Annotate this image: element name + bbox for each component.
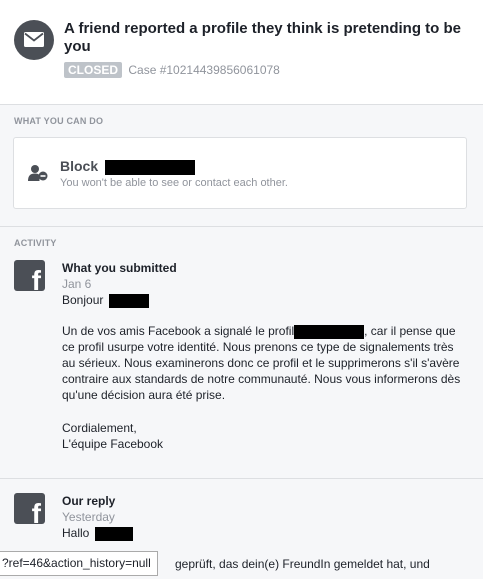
message-text-part1: Un de vos amis Facebook a signalé le pro…: [62, 324, 295, 338]
browser-status-url: ?ref=46&action_history=null: [0, 551, 158, 576]
message-closing: Cordialement,: [62, 421, 137, 435]
facebook-logo-icon: f: [14, 260, 45, 291]
activity-section-label: Activity: [14, 238, 57, 248]
message-signature: L'équipe Facebook: [62, 437, 164, 451]
greeting-text: Hallo: [62, 526, 90, 540]
entry-divider: [0, 478, 483, 479]
entry-date: Jan 6: [62, 277, 92, 291]
message-body: Un de vos amis Facebook a signalé le pro…: [62, 323, 462, 403]
case-status-line: CLOSED Case #10214439856061078: [64, 62, 280, 78]
block-description: You won't be able to see or contact each…: [60, 177, 288, 189]
case-number: Case #10214439856061078: [128, 63, 280, 77]
facebook-logo-icon: f: [14, 493, 45, 524]
redacted-name: [108, 293, 149, 308]
block-label: Block: [60, 158, 99, 174]
entry-greeting: Bonjour: [62, 293, 149, 308]
block-action-card[interactable]: Block You won't be able to see or contac…: [13, 137, 467, 209]
entry-title: What you submitted: [62, 261, 177, 275]
entry-title: Our reply: [62, 494, 116, 508]
block-button[interactable]: Block: [60, 158, 196, 175]
entry-date: Yesterday: [62, 510, 115, 524]
redacted-name: [94, 526, 133, 541]
redacted-name: [105, 159, 196, 175]
greeting-text: Bonjour: [62, 293, 104, 307]
message-fragment: geprüft, das dein(e) FreundIn gemeldet h…: [175, 557, 430, 571]
actions-section-label: What you can do: [14, 116, 104, 126]
status-badge: CLOSED: [64, 62, 123, 78]
redacted-profile: [294, 324, 365, 339]
block-user-icon: [28, 165, 48, 181]
report-title: A friend reported a profile they think i…: [64, 20, 461, 55]
entry-greeting: Hallo: [62, 526, 133, 541]
envelope-icon: [14, 20, 54, 60]
report-header: A friend reported a profile they think i…: [0, 0, 483, 105]
